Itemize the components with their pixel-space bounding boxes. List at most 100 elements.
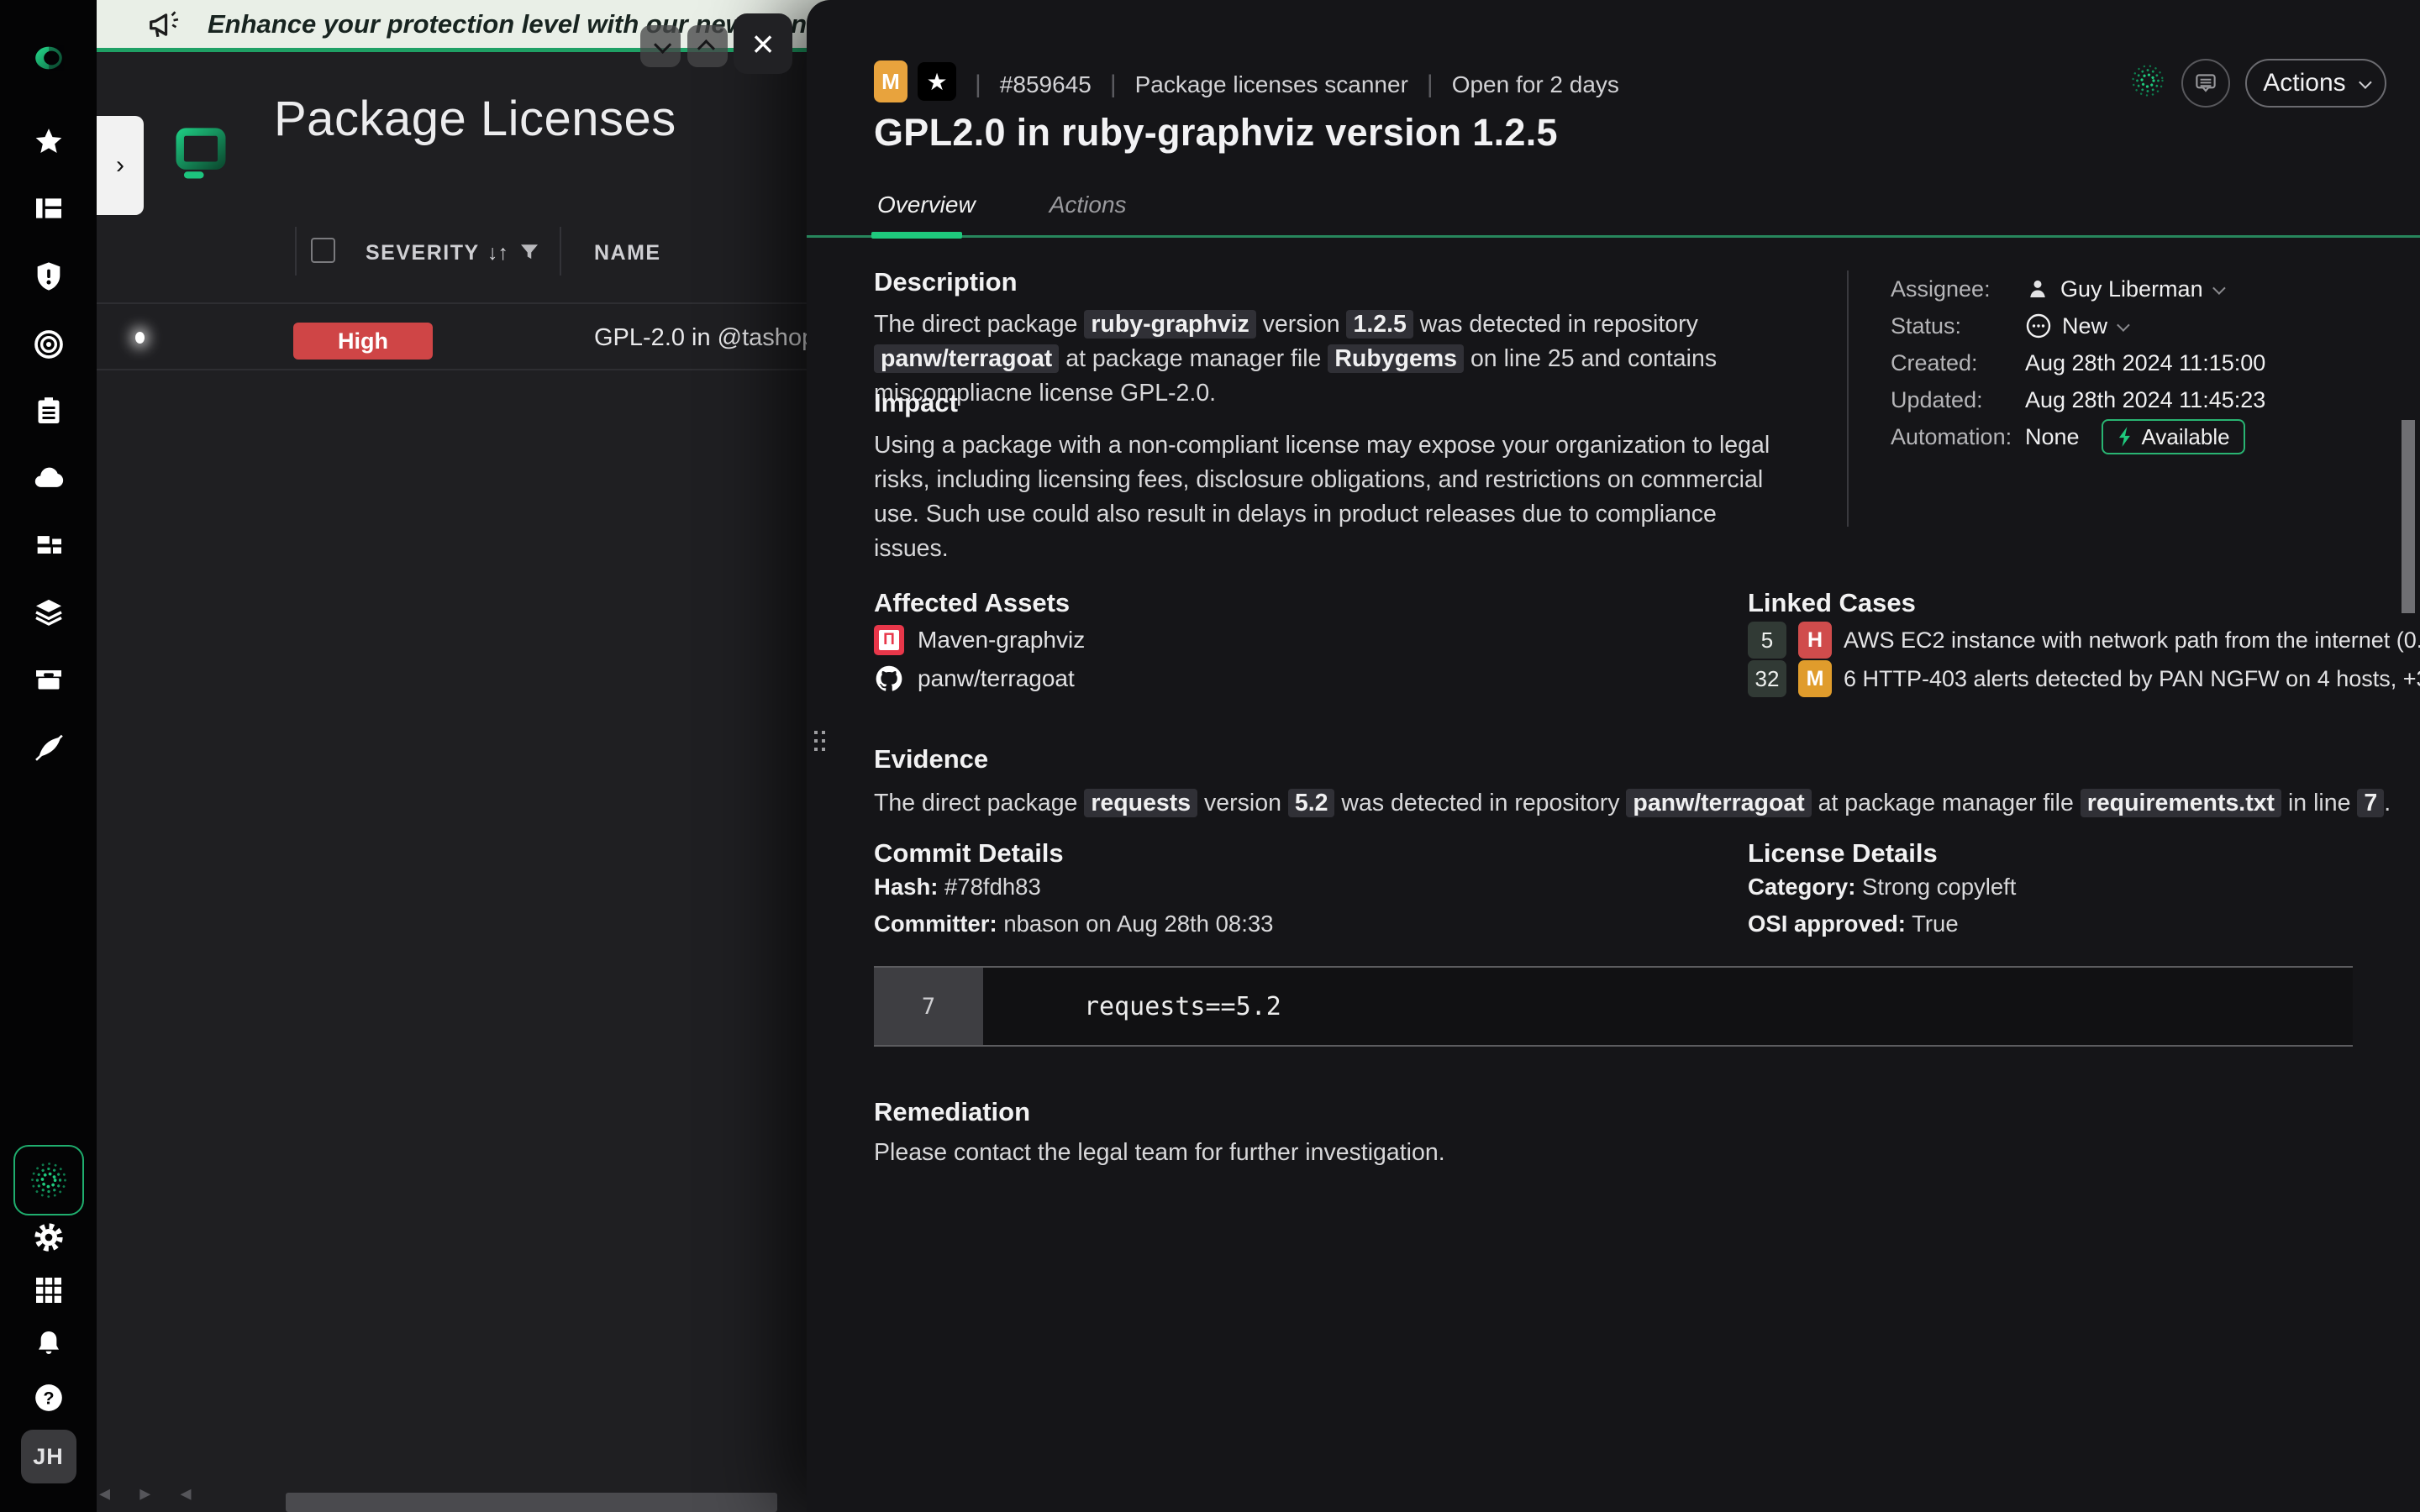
automation-value: None [2025, 424, 2080, 450]
tab-overview[interactable]: Overview [874, 192, 979, 237]
sidebar-item-threats[interactable] [30, 258, 67, 295]
code-snippet: 7 requests==5.2 [874, 966, 2353, 1047]
table-row[interactable]: High GPL-2.0 in @tashop/ [97, 302, 807, 370]
active-tab-underline [871, 232, 962, 239]
assignee-label: Assignee: [1891, 276, 2025, 302]
chevron-down-icon [2212, 281, 2226, 295]
sidebar-item-active-module[interactable] [13, 1145, 84, 1215]
affected-assets-heading: Affected Assets [874, 588, 1070, 618]
panel-tabs: Overview Actions [874, 192, 1130, 237]
drag-handle[interactable] [811, 729, 828, 754]
asset-name: panw/terragoat [918, 665, 1075, 692]
maven-icon: Π [874, 625, 904, 655]
close-panel-button[interactable]: × [734, 13, 792, 74]
layers-icon [32, 595, 66, 628]
svg-text:?: ? [43, 1388, 54, 1409]
created-value: Aug 28th 2024 11:15:00 [2025, 350, 2265, 376]
filter-icon[interactable] [517, 239, 542, 265]
lightning-icon [2117, 426, 2133, 448]
case-title: AWS EC2 instance with network path from … [1844, 627, 2420, 654]
severity-badge: High [293, 323, 433, 360]
divider: | [1110, 71, 1117, 99]
case-title: 6 HTTP-403 alerts detected by PAN NGFW o… [1844, 666, 2420, 692]
issue-meta-line: | #859645 | Package licenses scanner | O… [975, 71, 1619, 99]
linked-case-row[interactable]: 32 M 6 HTTP-403 alerts detected by PAN N… [1748, 660, 2420, 697]
meta-divider [1847, 270, 1849, 527]
table-header: SEVERITY ↓↑ NAME [97, 227, 807, 281]
sidebar-item-apps[interactable] [30, 1272, 67, 1309]
description-heading: Description [874, 267, 1018, 297]
cloud-icon [32, 461, 66, 495]
sort-icon[interactable]: ↓↑ [487, 241, 508, 265]
next-issue-button[interactable] [640, 25, 681, 67]
case-count-badge: 5 [1748, 622, 1786, 659]
megaphone-icon [145, 5, 184, 44]
pulse-dots-icon [27, 1158, 71, 1202]
issue-title: GPL2.0 in ruby-graphviz version 1.2.5 [874, 111, 1558, 155]
github-icon [874, 664, 904, 694]
updated-label: Updated: [1891, 387, 2025, 413]
linked-cases-heading: Linked Cases [1748, 588, 1916, 618]
created-label: Created: [1891, 350, 2025, 376]
previous-issue-button[interactable] [687, 25, 728, 67]
description-text: The direct package ruby-graphviz version… [874, 307, 1849, 411]
grid-icon [32, 1273, 66, 1307]
dashboard-icon [32, 192, 66, 225]
pagination-controls[interactable]: ◂ ▸ ◂ [99, 1480, 203, 1506]
meta-automation-row: Automation: None Available [1891, 418, 2245, 455]
unread-indicator [135, 332, 145, 344]
remediation-heading: Remediation [874, 1097, 1030, 1127]
column-divider [560, 227, 561, 276]
sidebar-item-layers[interactable] [30, 593, 67, 630]
box-icon [32, 662, 66, 696]
chevron-down-icon [2359, 76, 2372, 89]
automation-available-button[interactable]: Available [2102, 419, 2245, 454]
user-avatar[interactable]: JH [21, 1430, 76, 1483]
sidebar-item-dashboards[interactable] [30, 190, 67, 227]
actions-button[interactable]: Actions [2245, 59, 2386, 108]
vertical-scrollbar[interactable] [2402, 420, 2415, 613]
asset-row[interactable]: Π Maven-graphviz [874, 622, 1085, 659]
case-severity-badge: M [1798, 660, 1832, 697]
sidebar-item-reports[interactable] [30, 392, 67, 429]
sidebar-item-settings[interactable] [30, 1219, 67, 1256]
severity-column-header[interactable]: SEVERITY [366, 241, 480, 265]
asset-row[interactable]: panw/terragoat [874, 660, 1075, 697]
updated-value: Aug 28th 2024 11:45:23 [2025, 387, 2265, 413]
favorite-star-icon[interactable]: ★ [918, 62, 956, 101]
horizontal-scrollbar[interactable] [286, 1493, 777, 1512]
blocks-icon [32, 528, 66, 562]
commit-committer: Committer: nbason on Aug 28th 08:33 [874, 911, 1273, 937]
sidebar-item-favorites[interactable] [30, 123, 67, 160]
comments-icon[interactable] [2181, 59, 2230, 108]
evidence-heading: Evidence [874, 744, 988, 774]
tab-actions[interactable]: Actions [1046, 192, 1130, 237]
sidebar-item-investigations[interactable] [30, 728, 67, 765]
sidebar-item-detection[interactable] [30, 326, 67, 363]
star-icon [32, 125, 66, 159]
sidebar-item-assets[interactable] [30, 527, 67, 564]
issue-detail-panel: M ★ | #859645 | Package licenses scanner… [807, 0, 2420, 1512]
sidebar-item-help[interactable]: ? [30, 1379, 67, 1416]
assignee-value[interactable]: Guy Liberman [2025, 276, 2223, 302]
sidebar-item-inventory[interactable] [30, 660, 67, 697]
assignee-name: Guy Liberman [2060, 276, 2203, 302]
issue-age: Open for 2 days [1452, 71, 1619, 98]
status-value[interactable]: New [2025, 312, 2127, 339]
linked-case-row[interactable]: 5 H AWS EC2 instance with network path f… [1748, 622, 2420, 659]
sidebar-item-notifications[interactable] [30, 1326, 67, 1362]
name-column-header[interactable]: NAME [594, 241, 661, 265]
sidebar-item-cloud[interactable] [30, 459, 67, 496]
automation-pulse-icon[interactable] [2126, 59, 2170, 102]
impact-heading: Impact [874, 388, 958, 418]
evidence-text: The direct package requests version 5.2 … [874, 786, 2386, 821]
license-category: Category: Strong copyleft [1748, 874, 2016, 900]
target-icon [32, 328, 66, 361]
case-count-badge: 32 [1748, 660, 1786, 697]
module-monitor-icon [175, 126, 227, 203]
expand-sidebar-button[interactable]: › [97, 116, 144, 215]
issue-name[interactable]: GPL-2.0 in @tashop/ [594, 324, 807, 352]
license-details-heading: License Details [1748, 838, 1938, 869]
select-all-checkbox[interactable] [311, 238, 335, 263]
clipboard-icon [32, 394, 66, 428]
